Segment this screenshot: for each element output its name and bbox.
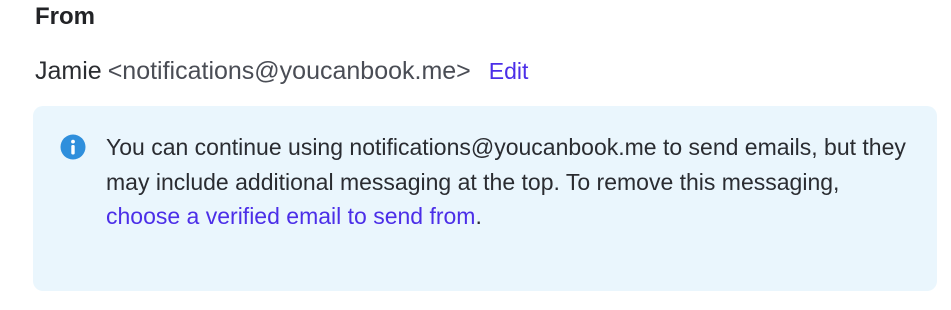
info-notice-box: You can continue using notifications@you… xyxy=(33,106,937,291)
from-heading: From xyxy=(35,3,95,30)
verified-email-link[interactable]: choose a verified email to send from xyxy=(106,203,475,229)
info-notice-text: You can continue using notifications@you… xyxy=(106,130,906,234)
notice-text-before: You can continue using notifications@you… xyxy=(106,134,906,195)
info-icon xyxy=(60,134,86,160)
sender-email: <notifications@youcanbook.me> xyxy=(107,57,471,85)
sender-row: Jamie <notifications@youcanbook.me> Edit xyxy=(35,55,528,87)
edit-sender-link[interactable]: Edit xyxy=(489,58,529,84)
sender-name: Jamie xyxy=(35,57,102,85)
notice-text-after: . xyxy=(475,203,482,229)
